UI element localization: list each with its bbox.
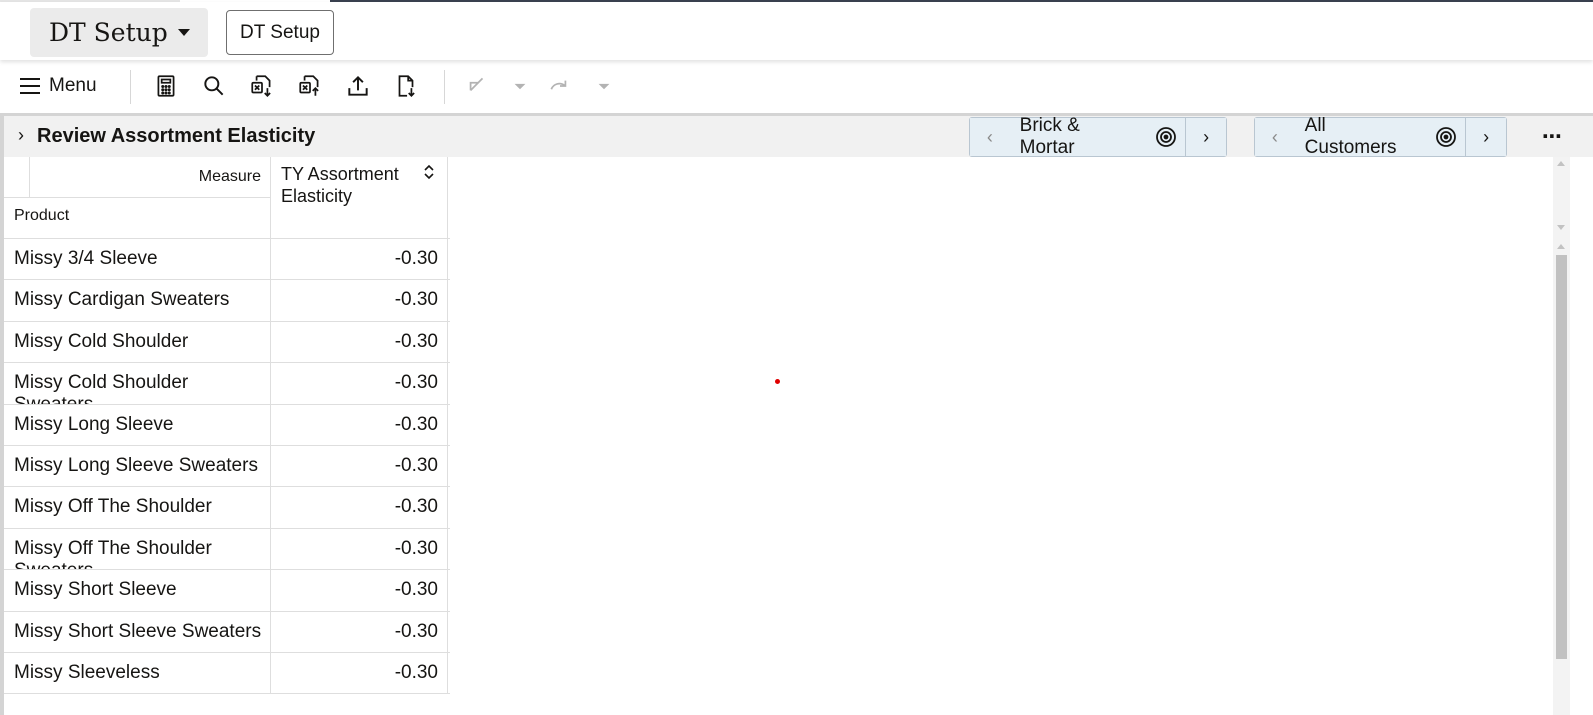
workspace-dropdown[interactable]: DT Setup xyxy=(30,8,208,57)
table-row[interactable]: Missy Cardigan Sweaters -0.30 xyxy=(4,280,450,322)
product-cell: Missy Sleeveless xyxy=(14,661,160,683)
value-cell[interactable]: -0.30 xyxy=(270,652,448,694)
value-cell[interactable]: -0.30 xyxy=(270,487,448,528)
product-cell: Missy Short Sleeve xyxy=(14,579,177,601)
scroll-down-icon[interactable] xyxy=(1557,225,1565,230)
redo-dropdown-icon[interactable] xyxy=(590,72,618,100)
table-row[interactable]: Missy Cold Shoulder -0.30 xyxy=(4,321,450,364)
chevron-right-icon[interactable]: › xyxy=(18,125,24,146)
product-cell: Missy Cold Shoulder Sweaters xyxy=(14,372,189,403)
chevron-right-icon[interactable]: › xyxy=(1466,118,1506,156)
pager-channel-label[interactable]: Brick & Mortar xyxy=(1009,115,1147,158)
redo-icon[interactable] xyxy=(546,72,574,100)
pager-customer-label[interactable]: All Customers xyxy=(1294,115,1427,158)
save-document-icon[interactable] xyxy=(392,72,420,100)
toolbar: Menu xyxy=(0,61,1593,111)
value-cell[interactable]: -0.30 xyxy=(270,611,448,652)
value-cell[interactable]: -0.30 xyxy=(270,363,448,404)
chevron-right-icon[interactable]: › xyxy=(1186,118,1226,156)
value-cell[interactable]: -0.30 xyxy=(270,570,448,611)
table-row[interactable]: Missy Short Sleeve -0.30 xyxy=(4,570,450,612)
search-icon[interactable] xyxy=(200,72,228,100)
app-header: DT Setup DT Setup xyxy=(0,2,1593,60)
import-excel-icon[interactable] xyxy=(296,72,324,100)
grid-header: Measure Product TY Assortment Elasticity xyxy=(4,157,450,239)
table-row[interactable]: Missy Long Sleeve -0.30 xyxy=(4,404,450,446)
hamburger-icon xyxy=(20,78,40,94)
export-excel-icon[interactable] xyxy=(248,72,276,100)
sort-icon[interactable] xyxy=(423,163,435,181)
undo-dropdown-icon[interactable] xyxy=(506,72,534,100)
table-row[interactable]: Missy Cold Shoulder Sweaters -0.30 xyxy=(4,363,450,405)
product-cell: Missy Short Sleeve Sweaters xyxy=(14,620,262,642)
toolbar-divider xyxy=(130,70,131,104)
product-cell: Missy Long Sleeve Sweaters xyxy=(14,454,258,476)
table-row[interactable]: Missy Off The Shoulder -0.30 xyxy=(4,487,450,529)
product-label: Product xyxy=(14,207,70,224)
column-header-ty-assortment-elasticity[interactable]: TY Assortment Elasticity xyxy=(270,157,448,239)
scroll-up-icon[interactable] xyxy=(1557,244,1565,249)
calculator-icon[interactable] xyxy=(152,72,180,100)
upload-icon[interactable] xyxy=(344,72,372,100)
more-options-icon[interactable]: ⋯ xyxy=(1542,124,1563,149)
value-cell[interactable]: -0.30 xyxy=(270,528,448,570)
table-row[interactable]: Missy Sleeveless -0.30 xyxy=(4,652,450,695)
product-cell: Missy 3/4 Sleeve xyxy=(14,248,158,269)
value-cell[interactable]: -0.30 xyxy=(270,239,448,280)
undo-icon[interactable] xyxy=(462,72,490,100)
scrollbar-thumb[interactable] xyxy=(1556,255,1567,659)
chevron-left-icon[interactable]: ‹ xyxy=(970,118,1010,156)
value-cell[interactable]: -0.30 xyxy=(270,280,448,321)
product-cell: Missy Long Sleeve xyxy=(14,413,174,435)
vertical-scrollbar[interactable] xyxy=(1553,157,1570,715)
product-cell: Missy Cold Shoulder xyxy=(14,330,189,352)
table-row[interactable]: Missy Short Sleeve Sweaters -0.30 xyxy=(4,611,450,653)
product-cell: Missy Off The Shoulder Sweaters xyxy=(14,537,212,569)
target-icon[interactable] xyxy=(1146,118,1187,156)
table-row[interactable]: Missy Long Sleeve Sweaters -0.30 xyxy=(4,445,450,488)
menu-label: Menu xyxy=(49,75,97,96)
menu-button[interactable]: Menu xyxy=(20,73,97,99)
data-grid: Measure Product TY Assortment Elasticity… xyxy=(4,157,1553,715)
target-icon[interactable] xyxy=(1426,118,1467,156)
scroll-up-icon[interactable] xyxy=(1557,161,1565,166)
grid-corner xyxy=(4,157,30,198)
cursor-indicator xyxy=(775,379,780,384)
product-cell: Missy Off The Shoulder xyxy=(14,496,212,518)
table-row[interactable]: Missy Off The Shoulder Sweaters -0.30 xyxy=(4,528,450,571)
table-row[interactable]: Missy 3/4 Sleeve -0.30 xyxy=(4,239,450,281)
value-cell[interactable]: -0.30 xyxy=(270,404,448,445)
value-cell[interactable]: -0.30 xyxy=(270,321,448,363)
pager-customer: ‹ All Customers › xyxy=(1254,115,1507,158)
column-header-label: TY Assortment Elasticity xyxy=(281,164,399,206)
value-cell[interactable]: -0.30 xyxy=(270,445,448,487)
chevron-left-icon[interactable]: ‹ xyxy=(1255,118,1295,156)
view-title: Review Assortment Elasticity xyxy=(37,125,316,147)
measure-label: Measure xyxy=(30,157,270,198)
caret-down-icon xyxy=(178,29,190,36)
pager-channel: ‹ Brick & Mortar › xyxy=(969,115,1227,158)
workspace-dropdown-label: DT Setup xyxy=(49,18,168,47)
workspace-button[interactable]: DT Setup xyxy=(226,10,334,55)
toolbar-divider xyxy=(444,70,445,104)
product-cell: Missy Cardigan Sweaters xyxy=(14,289,230,311)
view-title-bar: › Review Assortment Elasticity ‹ Brick &… xyxy=(4,113,1593,158)
grid-rows: Missy 3/4 Sleeve -0.30 Missy Cardigan Swe… xyxy=(4,239,450,695)
right-gutter xyxy=(1570,157,1593,715)
